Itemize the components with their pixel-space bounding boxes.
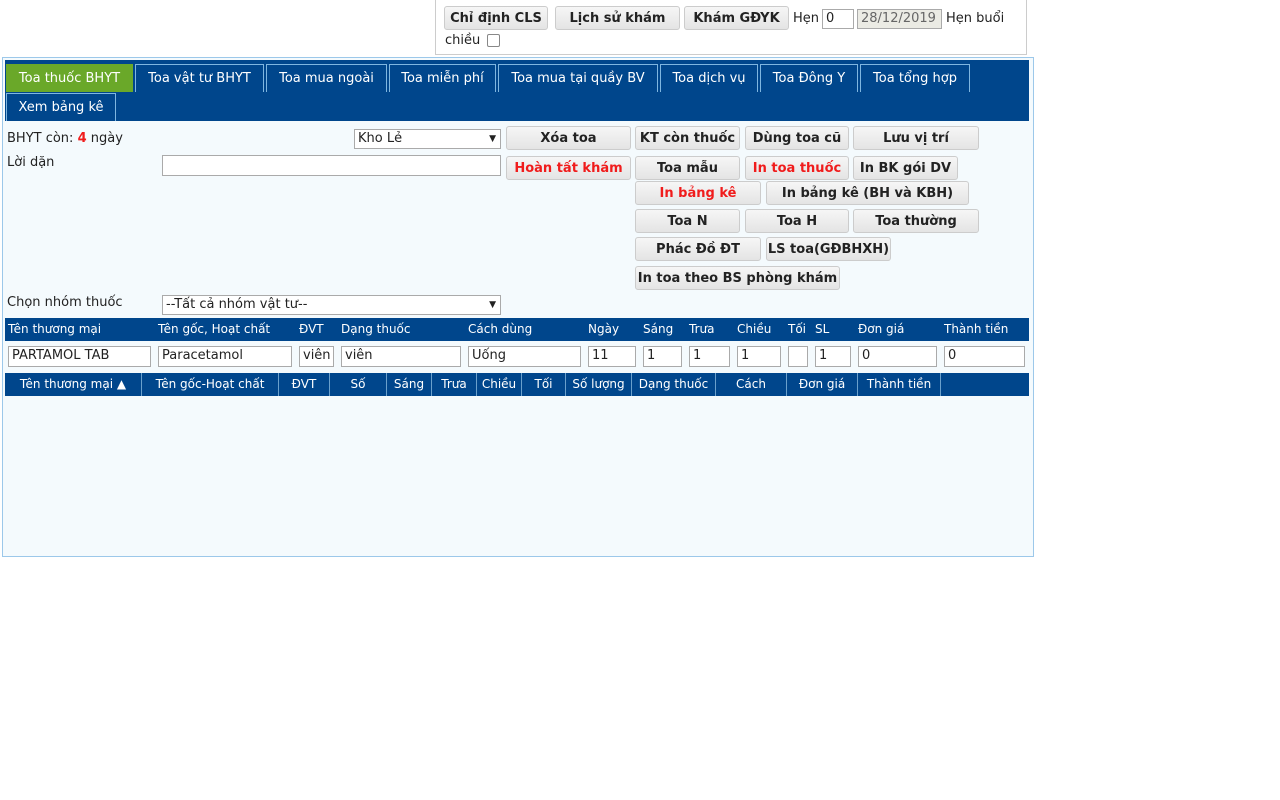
grid-header: Tên thương mại ▲ Tên gốc-Hoạt chất ĐVT Số Sá… [5,373,1029,396]
ngay-input[interactable]: 11 [588,346,636,367]
in-bang-ke-button[interactable]: In bảng kê [635,181,761,205]
entry-header-toi: Tối [788,322,807,336]
tab-toa-thuoc-bhyt[interactable]: Toa thuốc BHYT [6,64,133,92]
phac-do-button[interactable]: Phác Đồ ĐT [635,237,761,261]
tab-bar: Toa thuốc BHYT Toa vật tư BHYT Toa mua n… [5,60,1029,121]
entry-header-don-gia: Đơn giá [858,322,905,336]
in-toa-thuoc-button[interactable]: In toa thuốc [745,156,849,180]
nhom-thuoc-select[interactable]: --Tất cả nhóm vật tư-- [162,295,501,315]
chieu-input[interactable]: 1 [737,346,781,367]
grid-column-header[interactable]: Số lượng [566,373,632,396]
toa-h-button[interactable]: Toa H [745,209,849,233]
toi-input[interactable] [788,346,808,367]
sl-input[interactable]: 1 [815,346,851,367]
trua-input[interactable]: 1 [689,346,730,367]
grid-column-header[interactable]: Chiều [477,373,522,396]
in-toa-bs-button[interactable]: In toa theo BS phòng khám [635,266,840,290]
entry-header: Tên thương mại Tên gốc, Hoạt chất ĐVT Dạng … [5,318,1029,341]
dung-toa-cu-button[interactable]: Dùng toa cũ [745,126,849,150]
entry-header-ten-goc: Tên gốc, Hoạt chất [158,322,271,336]
dvt-input[interactable]: viên [299,346,334,367]
grid-column-header[interactable]: Tên thương mại ▲ [5,373,142,396]
kt-con-thuoc-button[interactable]: KT còn thuốc [635,126,740,150]
entry-header-thanh-tien: Thành tiền [944,322,1009,336]
entry-header-chieu: Chiều [737,322,772,336]
kho-select[interactable]: Kho Lẻ [354,129,501,149]
entry-header-sang: Sáng [643,322,674,336]
grid-column-header[interactable]: Trưa [432,373,477,396]
dang-thuoc-input[interactable]: viên [341,346,461,367]
entry-header-cach-dung: Cách dùng [468,322,533,336]
grid-column-header[interactable]: Số [330,373,387,396]
hoan-tat-kham-button[interactable]: Hoàn tất khám [506,156,631,180]
tab-toa-tong-hop[interactable]: Toa tổng hợp [860,64,970,92]
toa-thuong-button[interactable]: Toa thường [853,209,979,233]
entry-header-trua: Trưa [689,322,715,336]
loi-dan-label: Lời dặn [7,155,55,170]
tab-toa-mien-phi[interactable]: Toa miễn phí [389,64,496,92]
grid-column-header[interactable]: Đơn giá [787,373,858,396]
nhom-thuoc-value: --Tất cả nhóm vật tư-- [166,297,308,312]
entry-header-dvt: ĐVT [299,322,324,336]
toa-mau-button[interactable]: Toa mẫu [635,156,740,180]
chi-dinh-cls-button[interactable]: Chỉ định CLS [444,6,548,30]
tab-xem-bang-ke[interactable]: Xem bảng kê [6,93,116,121]
hen-buoi-label: Hẹn buổi [946,11,1005,26]
in-bang-ke-bh-kbh-button[interactable]: In bảng kê (BH và KBH) [766,181,969,205]
grid-column-header[interactable]: Cách [716,373,787,396]
nhom-thuoc-label: Chọn nhóm thuốc [7,295,123,310]
bhyt-prefix: BHYT còn: [7,131,74,146]
tab-toa-vat-tu-bhyt[interactable]: Toa vật tư BHYT [135,64,264,92]
hen-label: Hẹn [793,11,820,26]
bhyt-con-label: BHYT còn: 4 ngày [7,131,123,146]
date-input[interactable]: 28/12/2019 [857,9,942,29]
ten-thuong-mai-input[interactable]: PARTAMOL TAB [8,346,151,367]
bhyt-days: 4 [77,131,87,146]
thanh-tien-input[interactable]: 0 [944,346,1025,367]
entry-header-dang-thuoc: Dạng thuốc [341,322,411,336]
hen-input[interactable]: 0 [822,9,854,29]
ls-toa-button[interactable]: LS toa(GĐBHXH) [766,237,891,261]
loi-dan-input[interactable] [162,155,501,176]
tab-toa-dong-y[interactable]: Toa Đông Y [760,64,858,92]
luu-vi-tri-button[interactable]: Lưu vị trí [853,126,979,150]
kham-gdyk-button[interactable]: Khám GĐYK [684,6,789,30]
toa-n-button[interactable]: Toa N [635,209,740,233]
ten-goc-input[interactable]: Paracetamol [158,346,292,367]
grid-column-header[interactable]: Thành tiền [858,373,941,396]
grid-body [5,396,1029,556]
tab-toa-dich-vu[interactable]: Toa dịch vụ [660,64,758,92]
tab-toa-mua-tai-quay[interactable]: Toa mua tại quầy BV [498,64,658,92]
xoa-toa-button[interactable]: Xóa toa [506,126,631,150]
grid-column-header[interactable]: Sáng [387,373,432,396]
cach-dung-input[interactable]: Uống [468,346,581,367]
entry-header-sl: SL [815,322,830,336]
in-bk-goi-dv-button[interactable]: In BK gói DV [853,156,958,180]
chieu-checkbox[interactable] [487,34,500,47]
don-gia-input[interactable]: 0 [858,346,937,367]
grid-column-header[interactable]: ĐVT [279,373,330,396]
entry-header-ten-thuong-mai: Tên thương mại [8,322,102,336]
grid-column-header[interactable]: Dạng thuốc [632,373,716,396]
entry-header-ngay: Ngày [588,322,620,336]
sang-input[interactable]: 1 [643,346,682,367]
grid-column-header[interactable]: Tối [522,373,566,396]
grid-column-header[interactable]: Tên gốc-Hoạt chất [142,373,279,396]
chieu-label: chiều [445,33,481,48]
bhyt-suffix: ngày [90,131,123,146]
lich-su-kham-button[interactable]: Lịch sử khám [555,6,680,30]
tab-toa-mua-ngoai[interactable]: Toa mua ngoài [266,64,387,92]
kho-value: Kho Lẻ [358,131,403,146]
